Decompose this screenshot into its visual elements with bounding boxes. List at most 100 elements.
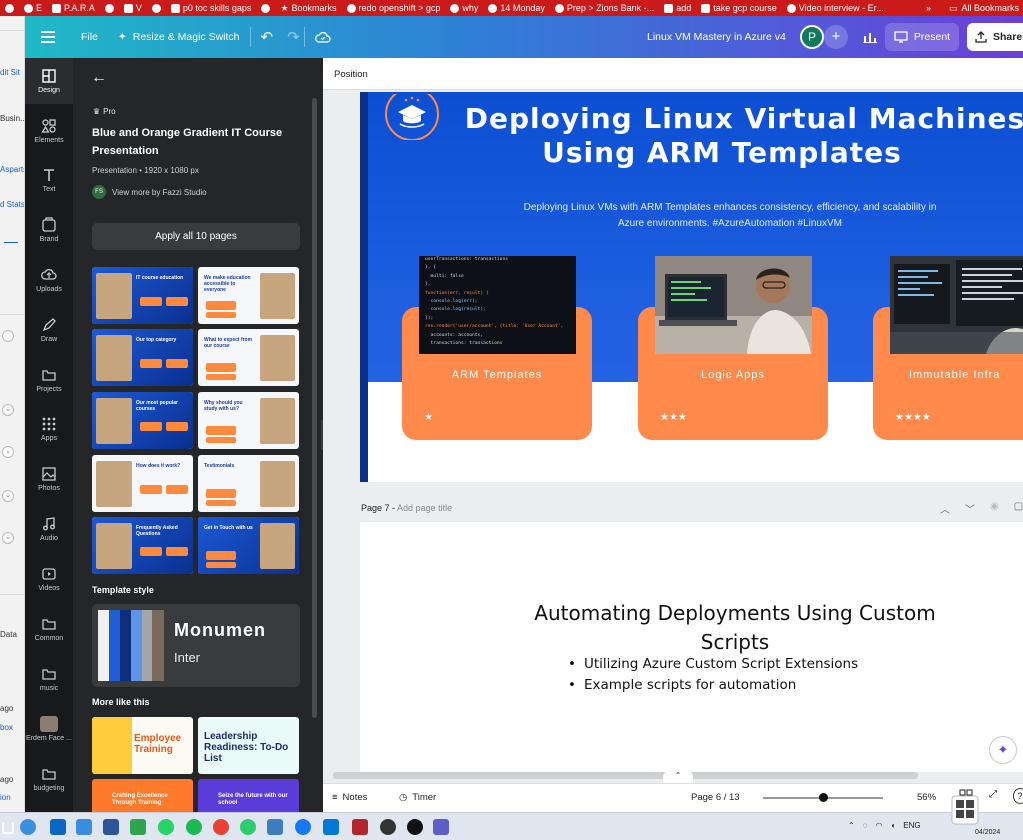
- overflow-icon[interactable]: »: [926, 3, 931, 13]
- present-button[interactable]: Present: [885, 23, 959, 51]
- bookmark-item[interactable]: p0 toc skills gaps: [166, 0, 257, 16]
- rail-item-elements[interactable]: Elements: [25, 108, 73, 154]
- template-page-thumbnail[interactable]: Our most popular courses: [92, 392, 193, 449]
- network-icon[interactable]: ◌: [863, 821, 868, 830]
- code-screenshot-image[interactable]: userTransactions: transactions}, { multi…: [419, 256, 576, 354]
- rail-item-erdem-face[interactable]: Erdem Face ...: [25, 706, 73, 752]
- save-status-button[interactable]: [305, 16, 341, 58]
- vscode-icon[interactable]: [323, 819, 339, 835]
- template-page-thumbnail[interactable]: IT course education: [92, 267, 193, 324]
- template-page-thumbnail[interactable]: Frequently Asked Questions: [92, 517, 193, 574]
- rail-item-design[interactable]: Design: [25, 58, 73, 104]
- all-bookmarks-link[interactable]: All Bookmarks: [961, 3, 1019, 13]
- add-collaborator-button[interactable]: +: [824, 25, 848, 49]
- template-page-thumbnail[interactable]: Our top category: [92, 329, 193, 386]
- fullscreen-icon[interactable]: ⤢: [989, 789, 997, 800]
- rail-item-uploads[interactable]: Uploads: [25, 257, 73, 303]
- related-template-thumbnail[interactable]: Crafting Excellence Through Training: [92, 779, 193, 812]
- monitors-photo[interactable]: [890, 256, 1023, 354]
- page-title-field[interactable]: Page 7 - Add page title: [361, 503, 452, 513]
- related-template-thumbnail[interactable]: Seize the future with our school: [198, 779, 299, 812]
- linkedin-icon[interactable]: [50, 819, 66, 835]
- rail-item-videos[interactable]: Videos: [25, 556, 73, 602]
- bookmark-item[interactable]: [256, 0, 275, 16]
- app-icon[interactable]: [240, 819, 256, 835]
- apply-all-button[interactable]: Apply all 10 pages: [92, 223, 300, 250]
- file-menu[interactable]: File: [71, 16, 108, 58]
- chevron-up-icon[interactable]: ︿: [940, 501, 950, 516]
- rail-item-music[interactable]: music: [25, 656, 73, 702]
- slide-page-6[interactable]: Deploying Linux Virtual Machines Using A…: [360, 92, 1023, 482]
- app-icon[interactable]: [130, 819, 146, 835]
- developer-laptop-photo[interactable]: [655, 256, 812, 354]
- help-icon[interactable]: ?: [1013, 788, 1023, 804]
- bookmark-item[interactable]: E: [19, 0, 47, 16]
- bookmark-item[interactable]: [0, 0, 19, 16]
- resize-button[interactable]: ✦ Resize & Magic Switch: [108, 16, 250, 58]
- bookmark-item[interactable]: redo openshift > gcp: [342, 0, 446, 16]
- slide-title[interactable]: Automating Deployments Using Custom Scri…: [510, 599, 960, 657]
- position-button[interactable]: Position: [334, 69, 368, 80]
- app-icon[interactable]: [380, 819, 396, 835]
- template-author-link[interactable]: FS View more by Fazzi Studio: [92, 185, 207, 199]
- rail-item-draw[interactable]: Draw: [25, 307, 73, 353]
- bookmark-item[interactable]: why: [445, 0, 483, 16]
- share-button[interactable]: Share: [967, 23, 1023, 51]
- rail-item-brand[interactable]: Brand: [25, 207, 73, 253]
- rail-item-budgeting[interactable]: budgeting: [25, 756, 73, 802]
- bookmark-item[interactable]: V: [119, 0, 147, 16]
- whatsapp-icon[interactable]: [158, 819, 174, 835]
- rail-item-text[interactable]: Text: [25, 157, 73, 203]
- start-menu-icon[interactable]: [2, 822, 14, 834]
- template-page-thumbnail[interactable]: Get in Touch with us: [198, 517, 299, 574]
- document-title[interactable]: Linux VM Mastery in Azure v4: [647, 16, 786, 58]
- bookmark-overflow[interactable]: » ▭ All Bookmarks: [921, 0, 1023, 16]
- app-icon[interactable]: [76, 819, 92, 835]
- word-icon[interactable]: [103, 819, 119, 835]
- rail-item-apps[interactable]: Apps: [25, 406, 73, 452]
- insights-button[interactable]: [857, 25, 883, 49]
- related-template-thumbnail[interactable]: Leadership Readiness: To-Do List: [198, 717, 299, 774]
- rail-item-photos[interactable]: Photos: [25, 456, 73, 502]
- cloud-icon[interactable]: [20, 819, 36, 835]
- bullet-list[interactable]: Utilizing Azure Custom Script Extensions…: [568, 654, 858, 696]
- page-indicator[interactable]: Page 6 / 13: [691, 792, 740, 803]
- app-icon[interactable]: [352, 819, 368, 835]
- app-icon[interactable]: [295, 819, 311, 835]
- template-page-thumbnail[interactable]: What to expect from our course: [198, 329, 299, 386]
- chevron-down-icon[interactable]: ﹀: [965, 501, 975, 516]
- volume-icon[interactable]: ◖: [890, 821, 895, 830]
- related-template-thumbnail[interactable]: Employee Training: [92, 717, 193, 774]
- chrome-icon[interactable]: [213, 819, 229, 835]
- zoom-slider-handle[interactable]: [818, 793, 828, 802]
- slide-page-7[interactable]: Automating Deployments Using Custom Scri…: [360, 522, 1023, 772]
- menu-button[interactable]: [25, 16, 71, 58]
- template-page-thumbnail[interactable]: Why should you study with us?: [198, 392, 299, 449]
- zoom-level[interactable]: 56%: [917, 792, 936, 803]
- bookmark-item[interactable]: [100, 0, 119, 16]
- undo-button[interactable]: ↶: [251, 16, 284, 58]
- app-icon[interactable]: [267, 819, 283, 835]
- slide-subtitle[interactable]: Deploying Linux VMs with ARM Templates e…: [510, 200, 950, 232]
- language-indicator[interactable]: ENG: [903, 821, 920, 830]
- panel-scrollbar[interactable]: [312, 98, 317, 718]
- bookmark-item[interactable]: P.A.R.A: [47, 0, 100, 16]
- template-page-thumbnail[interactable]: Testimonials: [198, 455, 299, 512]
- rail-item-common[interactable]: Common: [25, 606, 73, 652]
- rail-item-projects[interactable]: Projects: [25, 357, 73, 403]
- magic-assistant-button[interactable]: ✦: [989, 736, 1017, 764]
- bookmark-item[interactable]: Video interview - Er...: [782, 0, 889, 16]
- template-page-thumbnail[interactable]: We make education accessible to everyone: [198, 267, 299, 324]
- bookmark-item[interactable]: take gcp course: [696, 0, 782, 16]
- bookmark-item[interactable]: [147, 0, 166, 16]
- show-pages-button[interactable]: ⌃: [663, 771, 693, 783]
- timer-button[interactable]: ◷ Timer: [399, 792, 436, 803]
- bookmark-item[interactable]: Prep > Zions Bank -...: [550, 0, 659, 16]
- template-page-thumbnail[interactable]: How does it work?: [92, 455, 193, 512]
- template-style-card[interactable]: Monumen Inter: [92, 604, 300, 687]
- wifi-icon[interactable]: ◠: [875, 821, 882, 830]
- obs-icon[interactable]: [407, 819, 423, 835]
- back-button[interactable]: ←: [91, 68, 111, 88]
- eye-icon[interactable]: ◉: [990, 501, 999, 516]
- notes-button[interactable]: ≡ Notes: [332, 792, 367, 803]
